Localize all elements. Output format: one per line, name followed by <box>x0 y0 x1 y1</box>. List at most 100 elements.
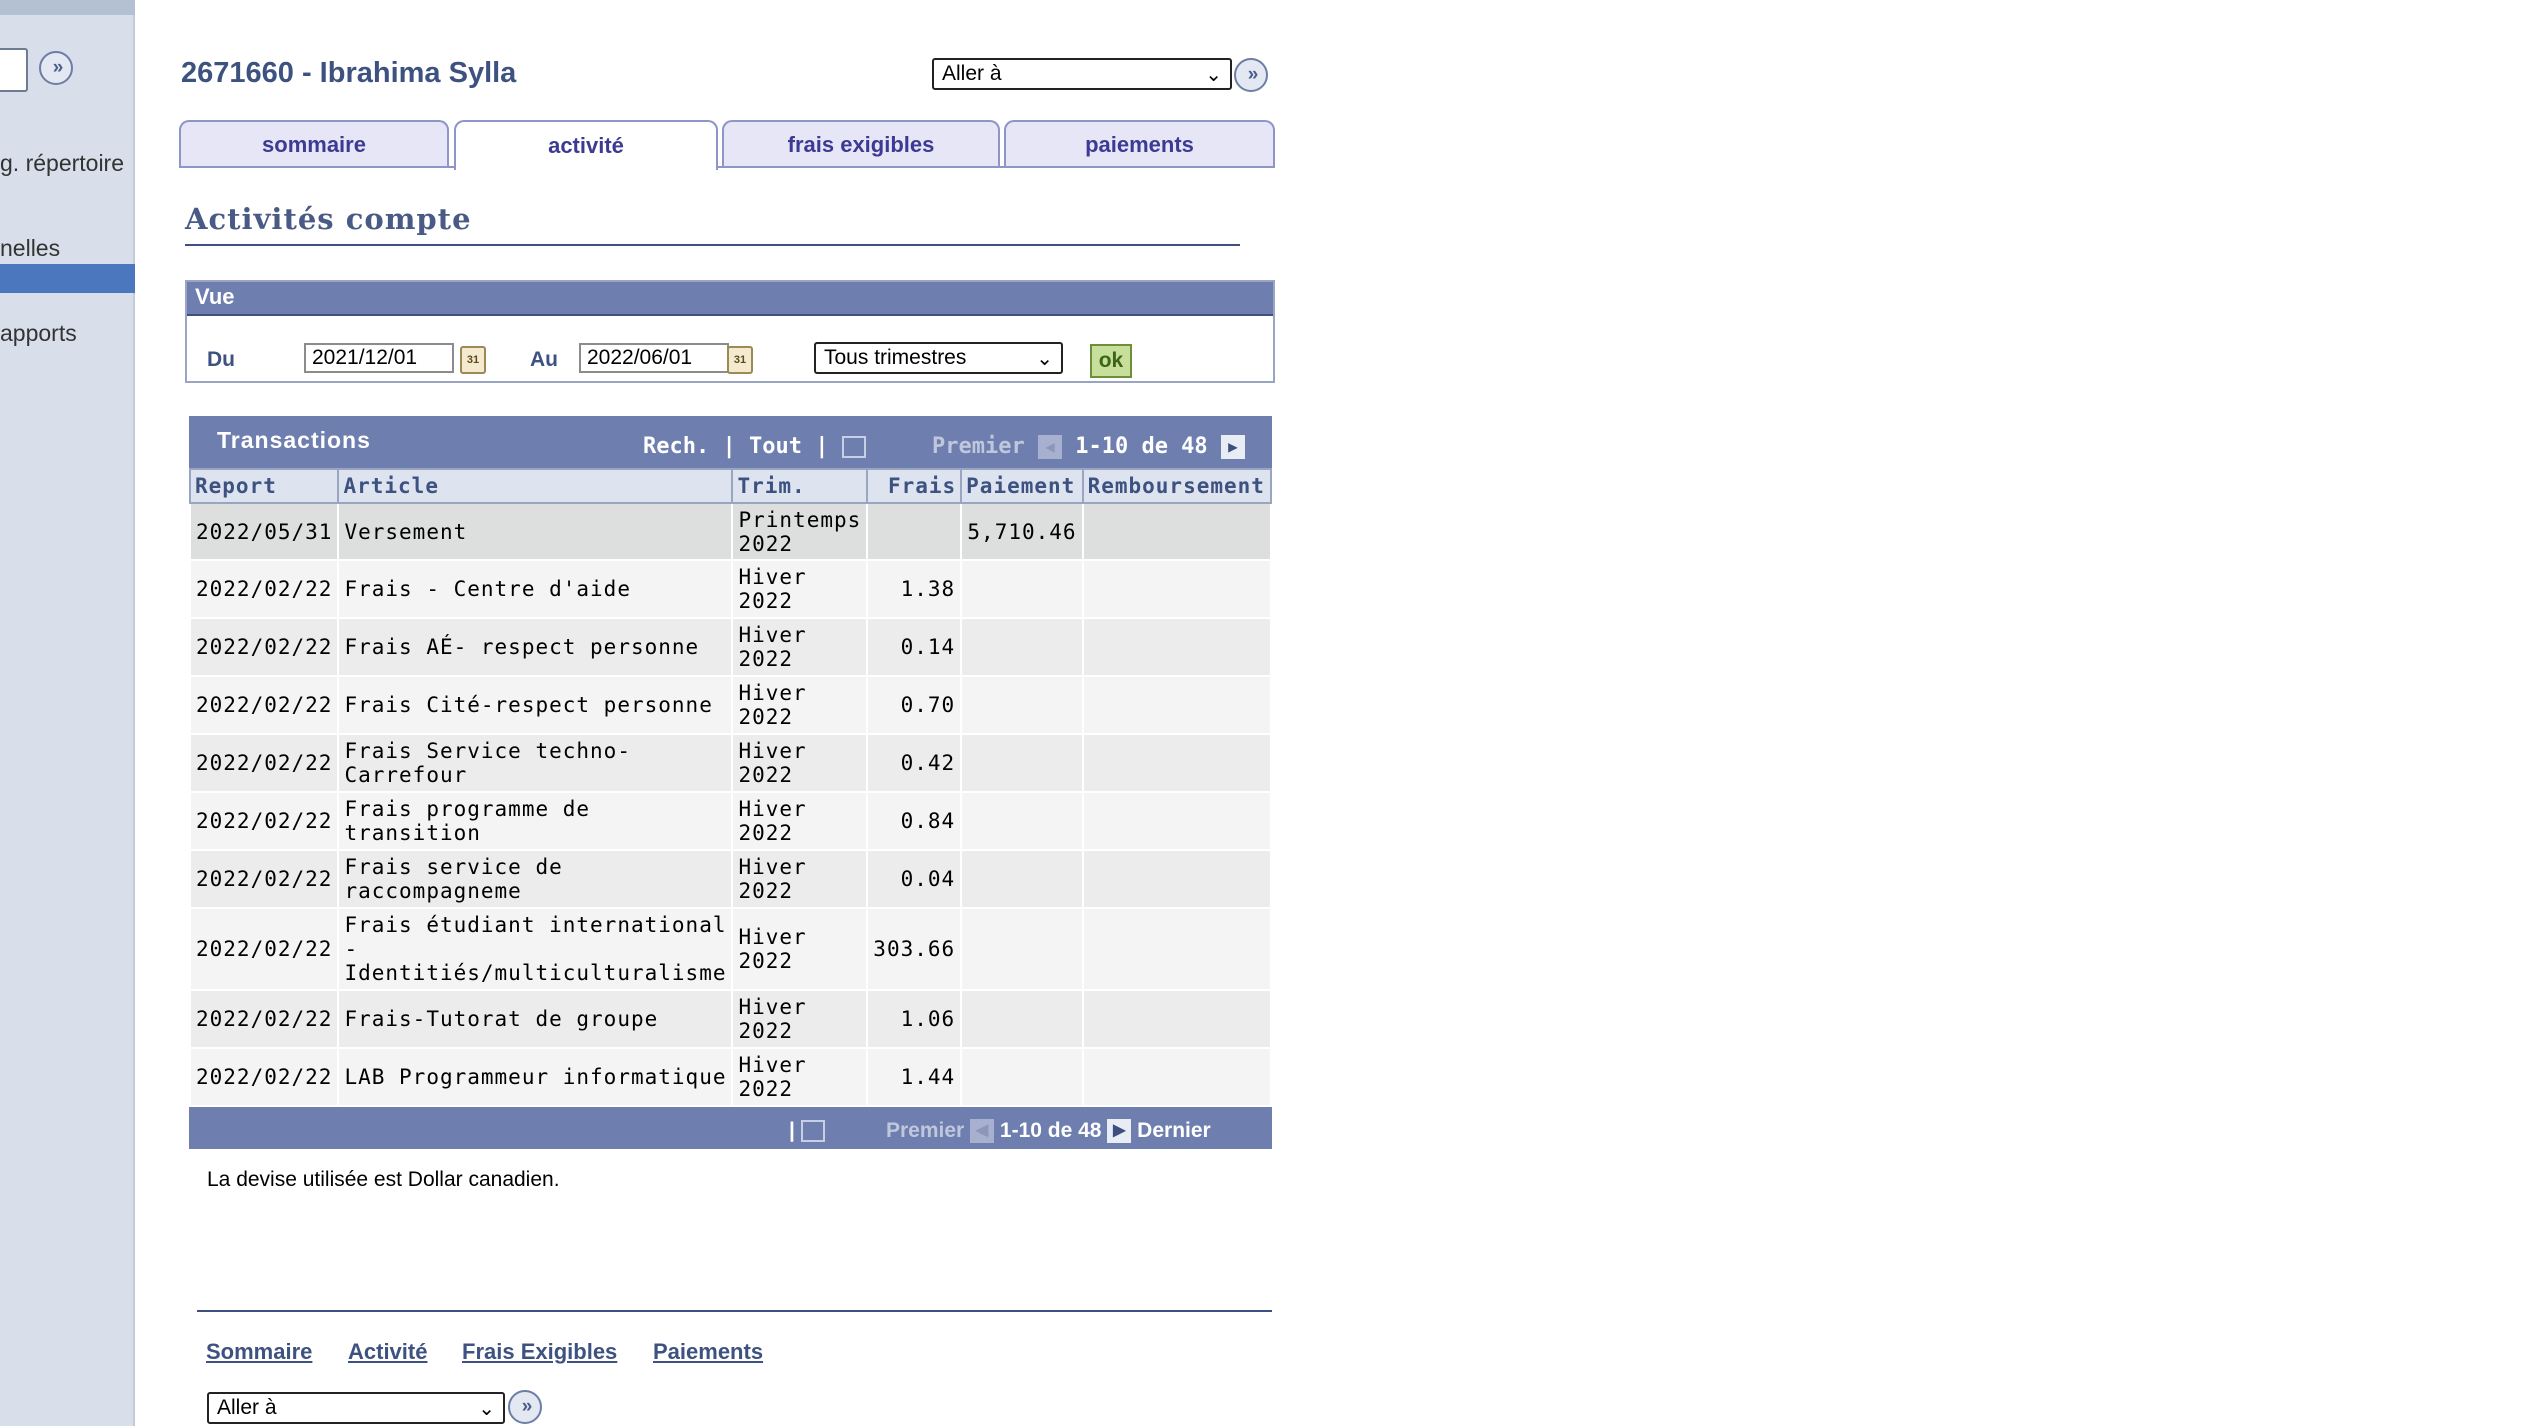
left-sidebar: » g. répertoire nelles apports <box>0 0 135 1426</box>
footer-goto-select[interactable]: Aller à ⌄ <box>207 1392 505 1424</box>
footer-link-paiements[interactable]: Paiements <box>653 1339 763 1365</box>
ok-button[interactable]: ok <box>1090 344 1132 378</box>
cell-paiement <box>960 907 1084 991</box>
cell-remboursement <box>1081 617 1273 677</box>
cell-paiement <box>960 733 1084 793</box>
term-select[interactable]: Tous trimestres ⌄ <box>814 342 1063 374</box>
table-row: 2022/05/31 Versement Printemps 2022 5,71… <box>188 502 1273 561</box>
footer-link-frais-exigibles[interactable]: Frais Exigibles <box>462 1339 617 1365</box>
footer-goto-select-value: Aller à <box>217 1396 277 1419</box>
footer-goto-go-icon[interactable]: » <box>508 1390 542 1424</box>
chevron-down-icon: ⌄ <box>478 1398 495 1420</box>
table-row: 2022/02/22 Frais service de raccompagnem… <box>188 849 1273 909</box>
separator: | <box>789 1119 795 1142</box>
cell-frais: 1.38 <box>866 559 963 619</box>
first-link: Premier <box>932 434 1025 459</box>
cell-paiement <box>960 559 1084 619</box>
cell-article: Frais programme de transition <box>337 791 734 851</box>
cell-paiement <box>960 791 1084 851</box>
view-header: Vue <box>187 282 1273 316</box>
cell-paiement: 5,710.46 <box>960 502 1084 561</box>
footer-link-activite[interactable]: Activité <box>348 1339 427 1365</box>
cell-paiement <box>960 989 1084 1049</box>
column-header-article[interactable]: Article <box>337 468 734 504</box>
cell-term: Hiver 2022 <box>731 989 869 1049</box>
term-select-value: Tous trimestres <box>824 346 967 369</box>
prev-arrow-icon: ◀ <box>970 1119 995 1144</box>
search-link[interactable]: Rech. <box>643 434 709 459</box>
next-arrow-icon[interactable]: ▶ <box>1220 435 1245 459</box>
footer-divider <box>197 1310 1272 1312</box>
column-header-report[interactable]: Report <box>188 468 340 504</box>
cell-remboursement <box>1081 502 1273 561</box>
tab-sommaire[interactable]: sommaire <box>179 120 449 168</box>
sidebar-search-input[interactable] <box>0 48 28 92</box>
cell-paiement <box>960 617 1084 677</box>
table-row: 2022/02/22 Frais-Tutorat de groupe Hiver… <box>188 989 1273 1049</box>
footer-link-sommaire[interactable]: Sommaire <box>206 1339 312 1365</box>
cell-date: 2022/05/31 <box>188 502 340 561</box>
cell-paiement <box>960 675 1084 735</box>
cell-date: 2022/02/22 <box>188 1047 340 1107</box>
sidebar-item-rapports[interactable]: apports <box>0 320 77 347</box>
calendar-icon[interactable]: 31 <box>460 346 486 374</box>
separator: | <box>815 434 829 459</box>
cell-article: Frais Service techno-Carrefour <box>337 733 734 793</box>
table-row: 2022/02/22 LAB Programmeur informatique … <box>188 1047 1273 1107</box>
goto-go-icon[interactable]: » <box>1234 58 1268 92</box>
chevron-down-icon: ⌄ <box>1036 348 1053 370</box>
cell-remboursement <box>1081 733 1273 793</box>
view-all-link[interactable]: Tout <box>749 434 802 459</box>
cell-frais: 1.06 <box>866 989 963 1049</box>
tab-paiements[interactable]: paiements <box>1004 120 1275 168</box>
cell-term: Hiver 2022 <box>731 907 869 991</box>
goto-select[interactable]: Aller à ⌄ <box>932 58 1232 90</box>
tab-frais-exigibles[interactable]: frais exigibles <box>722 120 1000 168</box>
cell-term: Hiver 2022 <box>731 675 869 735</box>
last-link[interactable]: Dernier <box>1137 1119 1211 1142</box>
transactions-grid: Transactions Rech. | Tout | Premier ◀ 1-… <box>188 416 1273 1149</box>
cell-article: Frais étudiant international - Identitié… <box>337 907 734 991</box>
cell-term: Hiver 2022 <box>731 733 869 793</box>
cell-remboursement <box>1081 849 1273 909</box>
calendar-icon[interactable]: 31 <box>727 346 753 374</box>
cell-term: Hiver 2022 <box>731 617 869 677</box>
cell-paiement <box>960 1047 1084 1107</box>
cell-article: Frais service de raccompagneme <box>337 849 734 909</box>
expand-icon[interactable] <box>800 1120 825 1143</box>
sidebar-go-icon[interactable]: » <box>39 51 73 85</box>
column-header-paiement[interactable]: Paiement <box>960 468 1084 504</box>
cell-date: 2022/02/22 <box>188 989 340 1049</box>
tab-activite[interactable]: activité <box>454 120 718 170</box>
cell-article: Frais - Centre d'aide <box>337 559 734 619</box>
cell-date: 2022/02/22 <box>188 733 340 793</box>
cell-remboursement <box>1081 559 1273 619</box>
expand-icon[interactable] <box>841 436 866 458</box>
cell-date: 2022/02/22 <box>188 559 340 619</box>
table-row: 2022/02/22 Frais AÉ- respect personne Hi… <box>188 617 1273 677</box>
chevron-down-icon: ⌄ <box>1205 64 1222 86</box>
cell-frais: 1.44 <box>866 1047 963 1107</box>
cell-remboursement <box>1081 907 1273 991</box>
tab-baseline <box>179 166 1275 168</box>
cell-date: 2022/02/22 <box>188 675 340 735</box>
to-date-input[interactable]: 2022/06/01 <box>579 343 729 373</box>
sidebar-item-repertoire[interactable]: g. répertoire <box>0 150 124 177</box>
cell-term: Hiver 2022 <box>731 849 869 909</box>
cell-paiement <box>960 849 1084 909</box>
sidebar-item-personnelles[interactable]: nelles <box>0 235 60 262</box>
cell-remboursement <box>1081 1047 1273 1107</box>
column-header-remboursement[interactable]: Remboursement <box>1081 468 1273 504</box>
next-arrow-icon[interactable]: ▶ <box>1107 1119 1132 1144</box>
table-row: 2022/02/22 Frais programme de transition… <box>188 791 1273 851</box>
from-date-input[interactable]: 2021/12/01 <box>304 343 454 373</box>
section-title: Activités compte <box>185 202 472 236</box>
sidebar-item-active[interactable] <box>0 264 135 293</box>
grid-footer-bar: | Premier ◀ 1-10 de 48 ▶ Dernier <box>189 1107 1272 1149</box>
cell-article: LAB Programmeur informatique <box>337 1047 734 1107</box>
column-header-frais[interactable]: Frais <box>866 468 963 504</box>
cell-article: Frais Cité-respect personne <box>337 675 734 735</box>
column-header-trim[interactable]: Trim. <box>731 468 869 504</box>
from-label: Du <box>207 348 235 371</box>
cell-frais: 0.70 <box>866 675 963 735</box>
